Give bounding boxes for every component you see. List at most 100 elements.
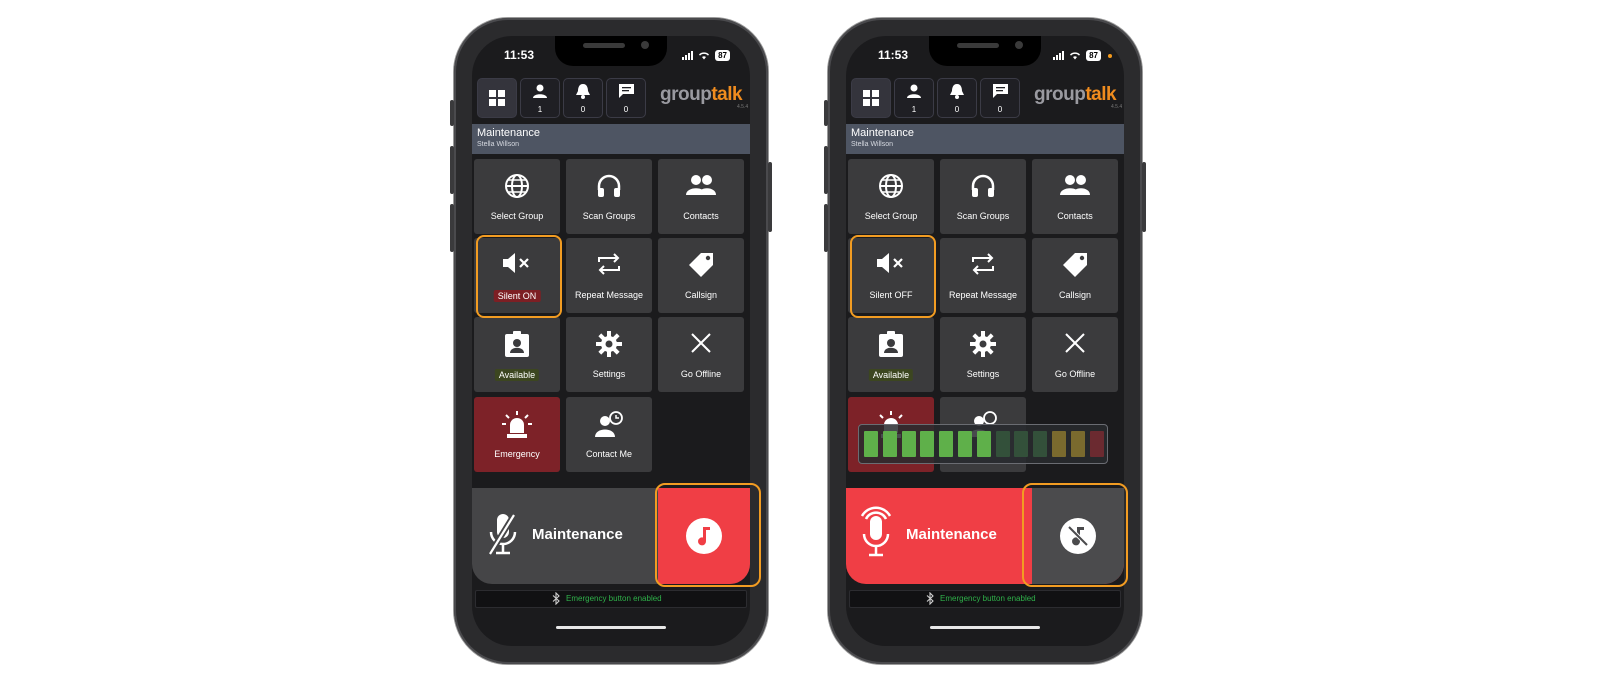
recording-indicator-dot xyxy=(1108,53,1112,58)
globe-icon xyxy=(505,174,529,198)
repeat-icon xyxy=(598,253,620,275)
dashboard-button[interactable] xyxy=(477,78,517,118)
people-icon xyxy=(686,175,716,195)
person-clock-icon xyxy=(595,411,623,437)
level-segment xyxy=(901,431,916,457)
gear-icon xyxy=(596,331,622,357)
messages-count: 0 xyxy=(623,105,629,114)
availability-tile[interactable]: Available xyxy=(848,317,934,392)
alerts-toolbar-button[interactable]: 0 xyxy=(937,78,977,118)
app-version: 4.5.4 xyxy=(737,104,749,110)
scan-groups-tile[interactable]: Scan Groups xyxy=(566,159,652,234)
availability-status-label: Available xyxy=(868,369,914,381)
tile-label: Callsign xyxy=(684,290,717,300)
tile-label: Settings xyxy=(966,369,1000,379)
bluetooth-status-bar: Emergency button enabled xyxy=(849,590,1121,608)
bluetooth-status-text: Emergency button enabled xyxy=(940,594,1036,603)
close-icon xyxy=(691,333,711,353)
level-segment xyxy=(1070,431,1085,457)
level-segment xyxy=(958,431,972,457)
emergency-tile[interactable]: Emergency xyxy=(474,397,560,472)
silent-highlight xyxy=(850,235,936,318)
gear-icon xyxy=(970,331,996,357)
grid-icon xyxy=(863,90,879,106)
level-segment xyxy=(882,431,897,457)
home-indicator[interactable] xyxy=(556,626,666,629)
tile-label: Go Offline xyxy=(680,369,722,379)
scan-groups-tile[interactable]: Scan Groups xyxy=(940,159,1026,234)
contacts-count: 1 xyxy=(537,105,543,114)
dashboard-button[interactable] xyxy=(851,78,891,118)
toolbar: 1 0 0 grouptalk 4.5.4 xyxy=(846,78,1124,118)
siren-icon xyxy=(502,411,532,438)
tag-icon xyxy=(1063,253,1087,277)
grid-icon xyxy=(489,90,505,106)
alerts-count: 0 xyxy=(580,105,586,114)
mute-switch xyxy=(824,100,828,126)
contacts-tile[interactable]: Contacts xyxy=(658,159,744,234)
user-name: Stella Willson xyxy=(851,141,894,148)
tile-label: Settings xyxy=(592,369,626,379)
tile-label: Select Group xyxy=(490,211,544,221)
mic-live-icon xyxy=(860,506,892,557)
status-time: 11:53 xyxy=(878,48,909,62)
volume-up-button xyxy=(450,146,454,194)
tile-label: Contacts xyxy=(683,211,719,221)
power-button xyxy=(1142,162,1146,232)
person-icon xyxy=(533,84,547,98)
chat-icon xyxy=(992,84,1008,98)
status-time: 11:53 xyxy=(504,48,535,62)
messages-toolbar-button[interactable]: 0 xyxy=(606,78,646,118)
select-group-tile[interactable]: Select Group xyxy=(848,159,934,234)
tile-label: Contact Me xyxy=(585,449,633,459)
repeat-message-tile[interactable]: Repeat Message xyxy=(940,238,1026,313)
badge-icon xyxy=(879,331,903,357)
toolbar: 1 0 0 grouptalk 4.5.4 xyxy=(472,78,750,118)
contacts-toolbar-button[interactable]: 1 xyxy=(894,78,934,118)
battery-indicator: 87 xyxy=(1086,50,1101,61)
battery-indicator: 87 xyxy=(715,50,730,61)
signal-icon xyxy=(682,51,694,60)
group-name: Maintenance xyxy=(477,127,540,139)
user-name: Stella Willson xyxy=(477,141,520,148)
tile-label: Scan Groups xyxy=(956,211,1010,221)
availability-tile[interactable]: Available xyxy=(474,317,560,392)
phone-left: 11:53 87 1 0 0 grouptalk 4.5.4 Maintenan… xyxy=(450,18,772,664)
active-group-header[interactable]: Maintenance Stella Willson xyxy=(472,124,750,154)
alerts-toolbar-button[interactable]: 0 xyxy=(563,78,603,118)
globe-icon xyxy=(879,174,903,198)
settings-tile[interactable]: Settings xyxy=(940,317,1026,392)
volume-up-button xyxy=(824,146,828,194)
ptt-group-label: Maintenance xyxy=(532,526,623,543)
home-indicator[interactable] xyxy=(930,626,1040,629)
wifi-icon xyxy=(699,52,710,60)
settings-tile[interactable]: Settings xyxy=(566,317,652,392)
go-offline-tile[interactable]: Go Offline xyxy=(658,317,744,392)
level-segment xyxy=(1033,431,1048,457)
contacts-toolbar-button[interactable]: 1 xyxy=(520,78,560,118)
badge-icon xyxy=(505,331,529,357)
callsign-tile[interactable]: Callsign xyxy=(1032,238,1118,313)
headphones-icon xyxy=(971,174,995,197)
contacts-tile[interactable]: Contacts xyxy=(1032,159,1118,234)
level-segment xyxy=(939,431,954,457)
headphones-icon xyxy=(597,174,621,197)
repeat-message-tile[interactable]: Repeat Message xyxy=(566,238,652,313)
signal-icon xyxy=(1053,51,1065,60)
select-group-tile[interactable]: Select Group xyxy=(474,159,560,234)
tag-icon xyxy=(689,253,713,277)
bluetooth-icon xyxy=(926,592,934,605)
availability-status-label: Available xyxy=(494,369,540,381)
go-offline-tile[interactable]: Go Offline xyxy=(1032,317,1118,392)
silent-highlight xyxy=(476,235,562,318)
contact-me-tile[interactable]: Contact Me xyxy=(566,397,652,472)
active-group-header[interactable]: Maintenance Stella Willson xyxy=(846,124,1124,154)
person-icon xyxy=(907,84,921,98)
people-icon xyxy=(1060,175,1090,195)
callsign-tile[interactable]: Callsign xyxy=(658,238,744,313)
level-segment xyxy=(1089,431,1104,457)
close-icon xyxy=(1065,333,1085,353)
mute-switch xyxy=(450,100,454,126)
messages-toolbar-button[interactable]: 0 xyxy=(980,78,1020,118)
notch xyxy=(929,36,1041,66)
